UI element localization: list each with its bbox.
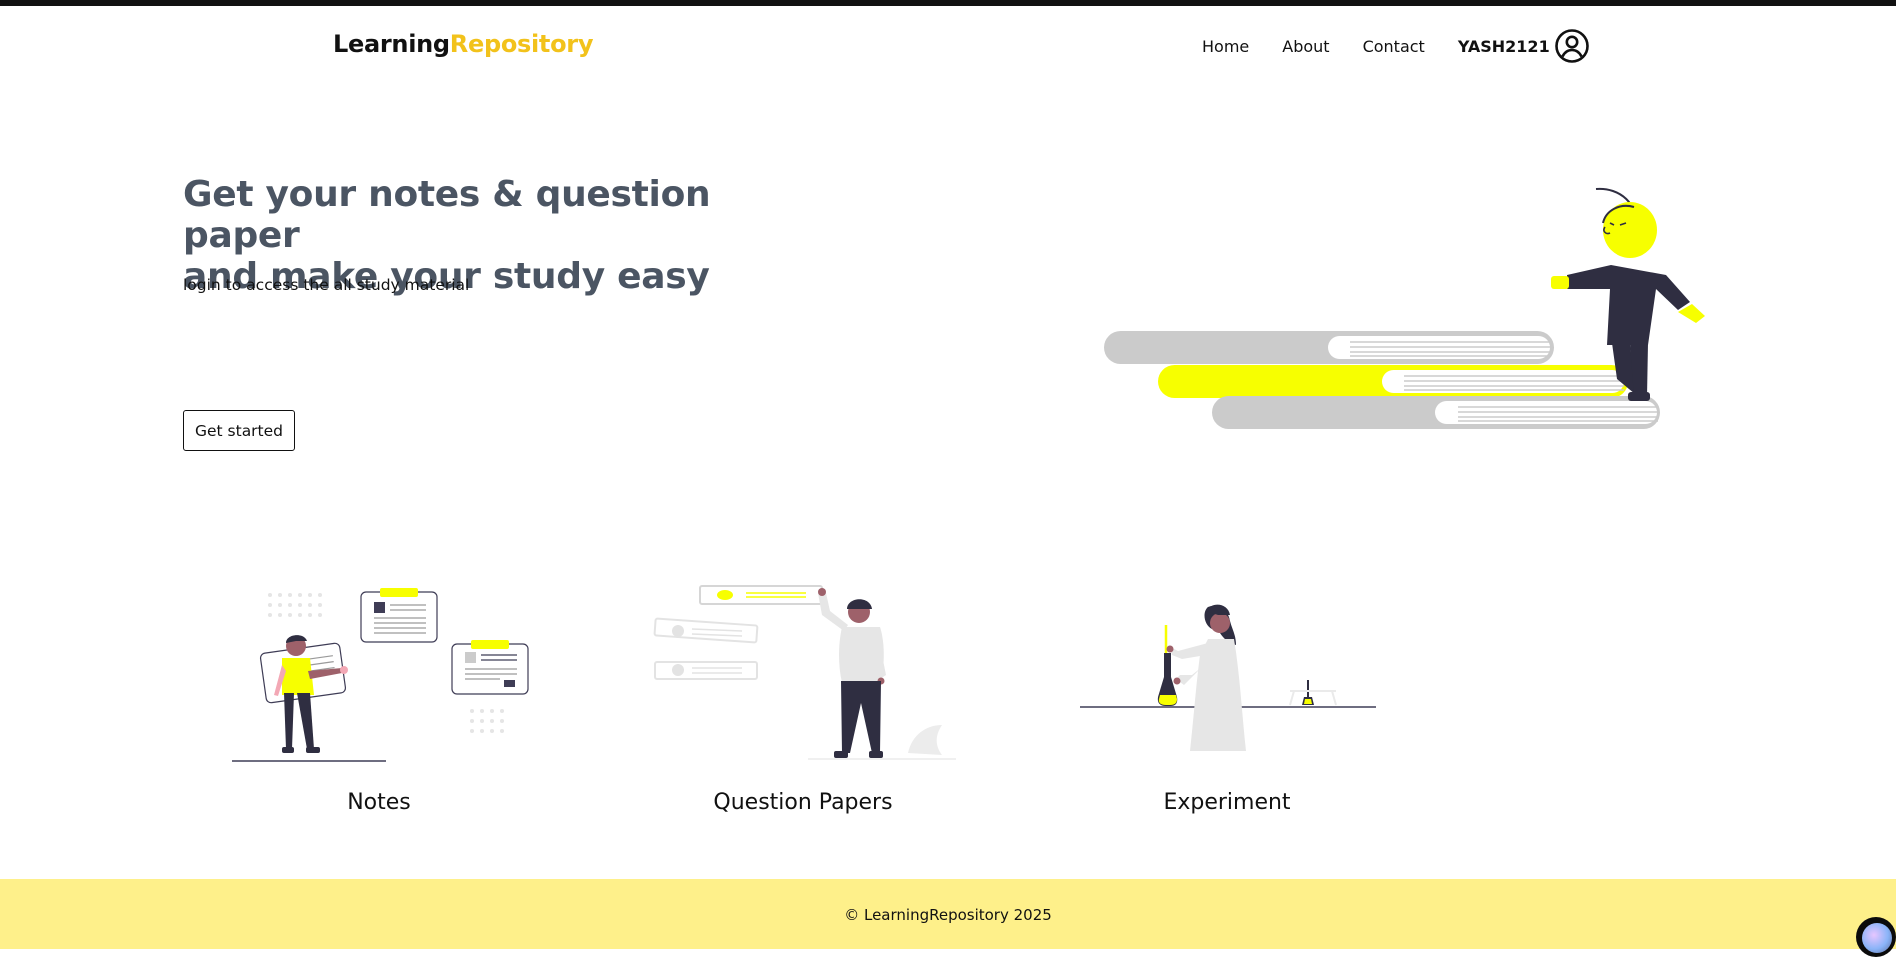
username-label[interactable]: YASH2121 bbox=[1458, 37, 1550, 56]
brand-logo-part2: Repository bbox=[449, 30, 594, 58]
card-label-notes[interactable]: Notes bbox=[229, 790, 529, 815]
brand-logo-part1: Learning bbox=[333, 30, 450, 58]
nav-link-about[interactable]: About bbox=[1282, 37, 1329, 56]
question-papers-illustration bbox=[653, 585, 956, 760]
nav-link-home[interactable]: Home bbox=[1202, 37, 1249, 56]
card-label-question-papers[interactable]: Question Papers bbox=[653, 790, 953, 815]
card-label-experiment[interactable]: Experiment bbox=[1077, 790, 1377, 815]
main-nav: Home About Contact YASH2121 bbox=[1202, 28, 1590, 64]
experiment-illustration bbox=[1080, 604, 1376, 751]
footer-copyright: © LearningRepository 2025 bbox=[844, 906, 1052, 924]
user-circle-icon[interactable] bbox=[1554, 28, 1590, 64]
hero-title-line1: Get your notes & question paper bbox=[183, 174, 711, 256]
floating-assistant-icon[interactable] bbox=[1856, 917, 1896, 957]
top-border bbox=[0, 0, 1896, 6]
nav-link-contact[interactable]: Contact bbox=[1363, 37, 1425, 56]
get-started-button[interactable]: Get started bbox=[183, 410, 295, 451]
hero-subtitle: login to access the all study material bbox=[183, 276, 470, 294]
footer: © LearningRepository 2025 bbox=[0, 879, 1896, 949]
hero-illustration bbox=[1104, 187, 1705, 429]
brand-logo[interactable]: LearningRepository bbox=[333, 30, 593, 58]
notes-illustration bbox=[232, 588, 529, 762]
